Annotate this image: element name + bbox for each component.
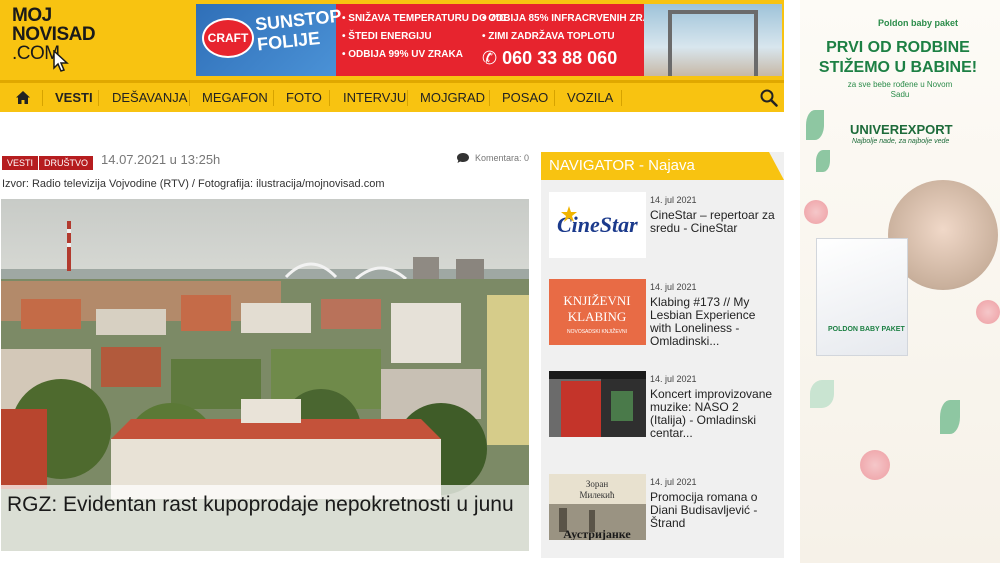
banner-feature: • ZIMI ZADRŽAVA TOPLOTU bbox=[482, 31, 615, 42]
nav-divider bbox=[407, 90, 408, 106]
banner-features-right: • ODBIJA 85% INFRACRVENIH ZRAKA • ZIMI Z… bbox=[482, 10, 664, 46]
nav-divider bbox=[273, 90, 274, 106]
banner-phone: ✆ 060 33 88 060 bbox=[482, 48, 617, 69]
article-categories: VESTI DRUŠTVO bbox=[2, 153, 94, 170]
side-ad-headline-2: STIŽEMO U BABINE! bbox=[818, 59, 978, 76]
nav-divider bbox=[189, 90, 190, 106]
nav-divider bbox=[42, 90, 43, 106]
navigator-item[interactable]: KNJIŽEVNI KLABING NOVOSADSKI KNJIŽEVNI 1… bbox=[549, 279, 776, 369]
navigator-item-title[interactable]: Klabing #173 // My Lesbian Experience wi… bbox=[650, 296, 776, 348]
category-badge-drustvo[interactable]: DRUŠTVO bbox=[39, 156, 94, 170]
nav-item-posao[interactable]: POSAO bbox=[502, 83, 548, 112]
logo-line-2: NOVISAD bbox=[12, 24, 96, 45]
main-navigation: VESTI DEŠAVANJA MEGAFON FOTO INTERVJU MO… bbox=[0, 80, 784, 112]
nav-divider bbox=[329, 90, 330, 106]
article-title[interactable]: RGZ: Evidentan rast kupoprodaje nepokret… bbox=[1, 485, 529, 551]
klabing-thumb-text-3: NOVOSADSKI KNJIŽEVNI bbox=[567, 327, 627, 335]
top-banner-ad[interactable]: CRAFT SUNSTOP FOLIJE • SNIŽAVA TEMPERATU… bbox=[196, 4, 782, 76]
univerexport-slogan: Najbolje nade, za najbolje vede bbox=[852, 138, 950, 145]
navigator-item-date: 14. jul 2021 bbox=[650, 374, 697, 384]
navigator-item-title[interactable]: Koncert improvizovane muzike: NASO 2 (It… bbox=[650, 388, 776, 440]
side-ad-headline-1: PRVI OD RODBINE bbox=[826, 39, 970, 56]
nav-item-foto[interactable]: FOTO bbox=[286, 83, 322, 112]
navigator-item-date: 14. jul 2021 bbox=[650, 282, 697, 292]
category-badge-vesti[interactable]: VESTI bbox=[2, 156, 39, 170]
roman-thumb-text-3: Аустријанке bbox=[563, 527, 631, 540]
nav-divider bbox=[489, 90, 490, 106]
klabing-thumb-text-2: KLABING bbox=[568, 309, 627, 324]
roman-thumb-text-1: Зоран bbox=[586, 479, 609, 489]
site-header: MOJ NOVISAD .COM CRAFT SUNSTOP FOLIJE • … bbox=[0, 0, 784, 80]
logo-line-3: .COM bbox=[12, 43, 60, 64]
logo-line-1: MOJ bbox=[12, 5, 52, 26]
craft-logo: CRAFT bbox=[202, 18, 254, 58]
nav-item-megafon[interactable]: MEGAFON bbox=[202, 83, 268, 112]
klabing-thumb-text-1: KNJIŽEVNI bbox=[563, 293, 630, 308]
article-comments[interactable]: Komentara: 0 bbox=[456, 152, 529, 164]
nav-item-vozila[interactable]: VOZILA bbox=[567, 83, 613, 112]
article-date: 14.07.2021 u 13:25h bbox=[101, 152, 221, 167]
navigator-item[interactable]: CineStar 14. jul 2021 CineStar – reperto… bbox=[549, 192, 776, 272]
nav-item-mojgrad[interactable]: MOJGRAD bbox=[420, 83, 485, 112]
navigator-item[interactable]: 14. jul 2021 Koncert improvizovane muzik… bbox=[549, 371, 776, 467]
navigator-item-title[interactable]: Promocija romana o Diani Budisavljević -… bbox=[650, 491, 776, 530]
navigator-item-title[interactable]: CineStar – repertoar za sredu - CineStar bbox=[650, 209, 776, 235]
nav-divider bbox=[98, 90, 99, 106]
navigator-item[interactable]: Зоран Милекић Аустријанке 14. jul 2021 P… bbox=[549, 474, 776, 554]
side-ad-headline: PRVI OD RODBINE STIŽEMO U BABINE! bbox=[818, 38, 978, 78]
banner-window-image bbox=[644, 4, 782, 76]
navigator-title: NAVIGATOR - Najava bbox=[549, 157, 695, 174]
site-logo[interactable]: MOJ NOVISAD .COM bbox=[12, 5, 96, 74]
side-banner-ad[interactable]: Poldon baby paket PRVI OD RODBINE STIŽEM… bbox=[800, 0, 1000, 563]
nav-divider bbox=[554, 90, 555, 106]
roman-thumb-text-2: Милекић bbox=[580, 490, 615, 500]
univerexport-logo: UNIVEREXPORT bbox=[850, 122, 953, 137]
navigator-widget: NAVIGATOR - Najava CineStar 14. jul 2021… bbox=[541, 152, 784, 558]
nav-item-desavanja[interactable]: DEŠAVANJA bbox=[112, 83, 187, 112]
comment-icon bbox=[457, 153, 469, 163]
navigator-item-date: 14. jul 2021 bbox=[650, 477, 697, 487]
side-ad-subtitle: za sve bebe rođene u Novom Sadu bbox=[847, 80, 953, 99]
gift-box-label: POLDON BABY PAKET bbox=[828, 326, 905, 333]
article-hero-image: RGZ: Evidentan rast kupoprodaje nepokret… bbox=[1, 199, 529, 551]
klabing-thumbnail: KNJIŽEVNI KLABING NOVOSADSKI KNJIŽEVNI bbox=[549, 279, 646, 345]
cursor-icon bbox=[53, 50, 69, 72]
nav-item-vesti[interactable]: VESTI bbox=[55, 83, 93, 112]
article-source: Izvor: Radio televizija Vojvodine (RTV) … bbox=[2, 178, 385, 190]
roman-thumbnail: Зоран Милекић Аустријанке bbox=[549, 474, 646, 540]
nav-item-intervju[interactable]: INTERVJU bbox=[343, 83, 406, 112]
navigator-item-title-text: Koncert improvizovane muzike: NASO 2 (It… bbox=[650, 387, 773, 440]
phone-icon: ✆ bbox=[482, 48, 503, 68]
nav-divider bbox=[621, 90, 622, 106]
navigator-item-date: 14. jul 2021 bbox=[650, 195, 697, 205]
search-icon[interactable] bbox=[760, 89, 778, 107]
koncert-thumbnail bbox=[549, 371, 646, 437]
cinestar-thumbnail: CineStar bbox=[549, 192, 646, 258]
banner-feature: • ODBIJA 85% INFRACRVENIH ZRAKA bbox=[482, 13, 665, 24]
gift-box-image bbox=[816, 238, 908, 356]
banner-phone-number: 060 33 88 060 bbox=[502, 48, 618, 68]
home-icon[interactable] bbox=[15, 90, 31, 105]
side-ad-brand: Poldon baby paket bbox=[878, 18, 959, 28]
comment-count: Komentara: 0 bbox=[475, 153, 530, 163]
